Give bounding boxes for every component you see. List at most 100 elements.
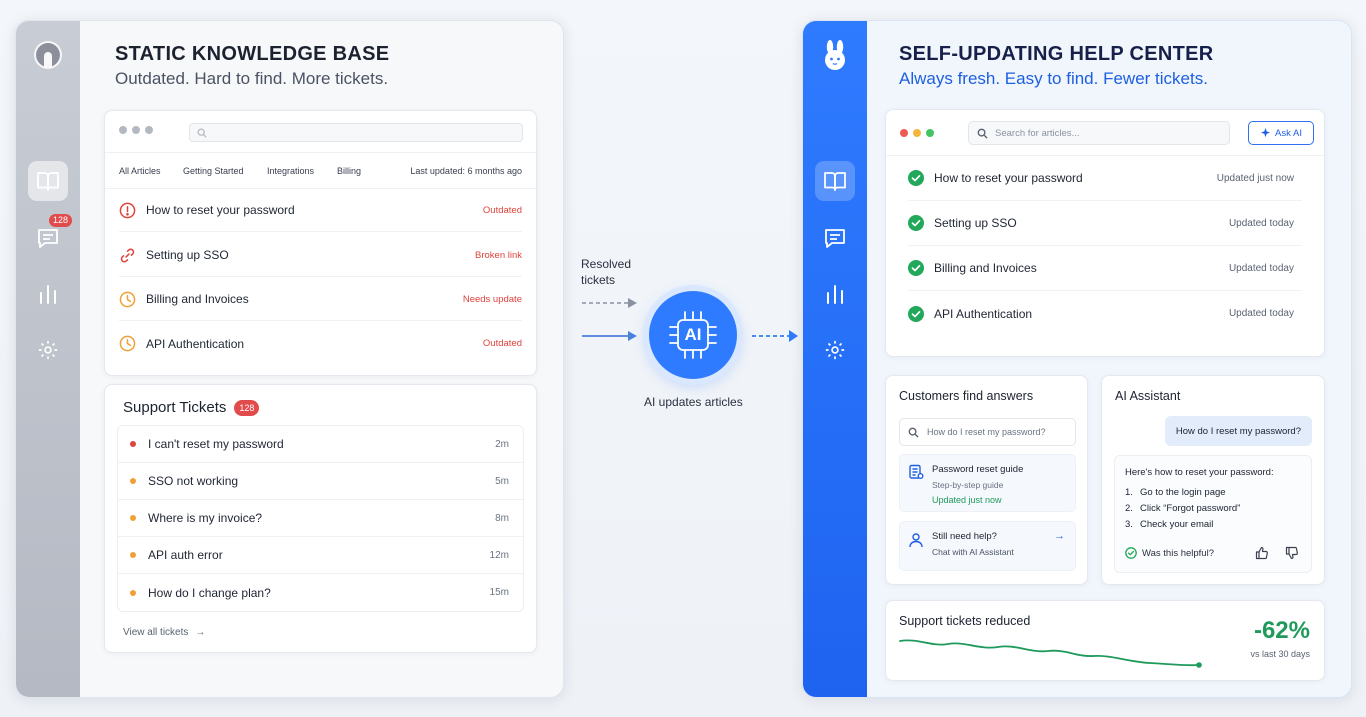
ticket-age: 12m <box>489 549 509 561</box>
settings-gear-icon[interactable] <box>28 330 68 370</box>
thumbs-up-icon[interactable] <box>1255 546 1269 560</box>
hc-article-status: Updated today <box>1228 262 1294 274</box>
step-text: Go to the login page <box>1140 487 1226 498</box>
kb-article-row[interactable]: API Authentication Outdated <box>119 322 522 365</box>
step-number: 2. <box>1125 503 1133 514</box>
customers-card-title: Customers find answers <box>899 389 1034 403</box>
priority-dot-icon <box>130 478 136 484</box>
support-tickets-reduced-card: Support tickets reduced -62% vs last 30 … <box>885 600 1325 681</box>
knowledge-base-book-icon[interactable] <box>28 161 68 201</box>
static-kb-subtitle: Outdated. Hard to find. More tickets. <box>115 69 389 88</box>
step-number: 3. <box>1125 519 1133 530</box>
ai-chip-badge: AI <box>649 291 737 379</box>
help-center-title: SELF-UPDATING HELP CENTER <box>899 43 1214 65</box>
hc-article-row[interactable]: API Authentication Updated today <box>908 291 1302 336</box>
article-search-input[interactable]: Search for articles... <box>968 121 1230 145</box>
hc-article-status: Updated today <box>1228 308 1294 319</box>
guide-status: Updated just now <box>932 495 1002 505</box>
thumbs-down-icon[interactable] <box>1285 546 1299 560</box>
analytics-bars-icon[interactable] <box>815 274 855 314</box>
answer-step: 2. Click “Forgot password” <box>1125 501 1240 517</box>
static-kb-title: STATIC KNOWLEDGE BASE <box>115 43 390 65</box>
ai-assistant-title: AI Assistant <box>1115 389 1181 403</box>
ticket-text: I can't reset my password <box>148 437 284 451</box>
settings-gear-icon[interactable] <box>815 330 855 370</box>
ask-ai-button[interactable]: Ask AI <box>1248 121 1314 145</box>
kb-article-row[interactable]: Setting up SSO Broken link <box>119 234 522 277</box>
view-all-tickets-link[interactable]: View all tickets → <box>123 627 205 638</box>
feedback-buttons <box>1255 546 1299 560</box>
priority-dot-icon <box>130 552 136 558</box>
user-icon <box>909 533 923 548</box>
hc-article-row[interactable]: Setting up SSO Updated today <box>908 201 1302 246</box>
kb-article-status: Broken link <box>475 249 522 261</box>
ticket-text: API auth error <box>148 548 223 562</box>
window-dots <box>900 129 934 137</box>
ticket-age: 15m <box>489 587 509 598</box>
clock-icon <box>119 291 136 307</box>
hc-article-row[interactable]: Billing and Invoices Updated today <box>908 246 1302 291</box>
tab-getting-started[interactable]: Getting Started <box>183 166 244 176</box>
answer-step: 1. Go to the login page <box>1125 485 1240 501</box>
support-tickets-heading: Support Tickets 128 <box>123 399 260 416</box>
ai-chip-label: AI <box>684 325 702 344</box>
chat-badge: 128 <box>48 214 72 227</box>
ticket-list: I can't reset my password 2m SSO not wor… <box>117 425 524 612</box>
priority-dot-icon <box>130 589 136 596</box>
tickets-chat-icon[interactable]: 128 <box>28 214 72 258</box>
view-all-label: View all tickets <box>123 627 189 638</box>
kb-article-status: Needs update <box>462 293 522 305</box>
search-placeholder: Search for articles... <box>995 127 1080 139</box>
arrow-right-icon: → <box>195 627 206 638</box>
help-center-subtitle: Always fresh. Easy to find. Fewer ticket… <box>899 69 1208 88</box>
still-need-help-title: Still need help? <box>932 531 997 542</box>
tab-all-articles[interactable]: All Articles <box>119 166 161 176</box>
guide-title: Password reset guide <box>932 464 1024 475</box>
guide-subtitle: Step-by-step guide <box>932 480 1004 490</box>
left-sidebar-rail: 128 <box>16 21 80 697</box>
hc-article-title: How to reset your password <box>934 171 1083 185</box>
answer-step: 3. Check your email <box>1125 517 1240 533</box>
customer-search-input[interactable]: How do I reset my password? <box>899 418 1076 446</box>
kb-article-title: How to reset your password <box>146 203 295 217</box>
static-knowledge-base-panel: 128 STATIC KNOWLEDGE BASE Outdated. Hard… <box>15 20 564 698</box>
ticket-row[interactable]: Where is my invoice? 8m <box>118 500 523 537</box>
chat-icon[interactable] <box>815 218 855 258</box>
kb-article-row[interactable]: How to reset your password Outdated <box>119 189 522 232</box>
ticket-row[interactable]: SSO not working 5m <box>118 463 523 500</box>
answer-intro: Here's how to reset your password: <box>1125 467 1274 478</box>
tab-integrations[interactable]: Integrations <box>267 166 314 176</box>
kb-search-input[interactable] <box>189 123 523 142</box>
resolved-tickets-label: Resolved tickets <box>581 256 631 288</box>
hc-article-title: Billing and Invoices <box>934 261 1037 275</box>
kb-article-row[interactable]: Billing and Invoices Needs update <box>119 278 522 321</box>
tickets-reduced-value: -62% <box>1253 617 1310 644</box>
ask-ai-label: Ask AI <box>1275 127 1302 139</box>
hc-article-title: Setting up SSO <box>934 216 1017 230</box>
ticket-text: Where is my invoice? <box>148 511 263 525</box>
ticket-age: 8m <box>495 512 509 524</box>
hc-article-status: Updated today <box>1228 217 1294 229</box>
search-icon <box>908 427 919 438</box>
help-center-browser-card: Search for articles... Ask AI How to res… <box>885 109 1325 357</box>
resolved-label-line1: Resolved <box>581 257 632 271</box>
tickets-count-badge: 128 <box>234 399 260 416</box>
analytics-bars-icon[interactable] <box>28 274 68 314</box>
browser-bar: Search for articles... Ask AI <box>886 110 1324 156</box>
check-circle-outline-icon <box>1125 547 1137 559</box>
right-sidebar-rail <box>803 21 867 697</box>
ticket-text: How do I change plan? <box>148 585 271 600</box>
help-center-book-icon[interactable] <box>815 161 855 201</box>
still-need-help-link[interactable]: Still need help? Chat with AI Assistant … <box>899 521 1076 571</box>
ticket-row[interactable]: I can't reset my password 2m <box>118 426 523 463</box>
broken-link-icon <box>120 248 135 262</box>
arrow-right-icon: → <box>1054 530 1065 542</box>
ticket-row[interactable]: API auth error 12m <box>118 537 523 574</box>
ticket-text: SSO not working <box>148 474 239 488</box>
password-reset-guide-result[interactable]: Password reset guide Step-by-step guide … <box>899 454 1076 512</box>
still-need-help-sub: Chat with AI Assistant <box>932 547 1014 557</box>
helpful-label: Was this helpful? <box>1142 547 1214 559</box>
tab-billing[interactable]: Billing <box>337 166 361 176</box>
hc-article-row[interactable]: How to reset your password Updated just … <box>908 156 1302 201</box>
ticket-row[interactable]: How do I change plan? 15m <box>118 574 523 611</box>
